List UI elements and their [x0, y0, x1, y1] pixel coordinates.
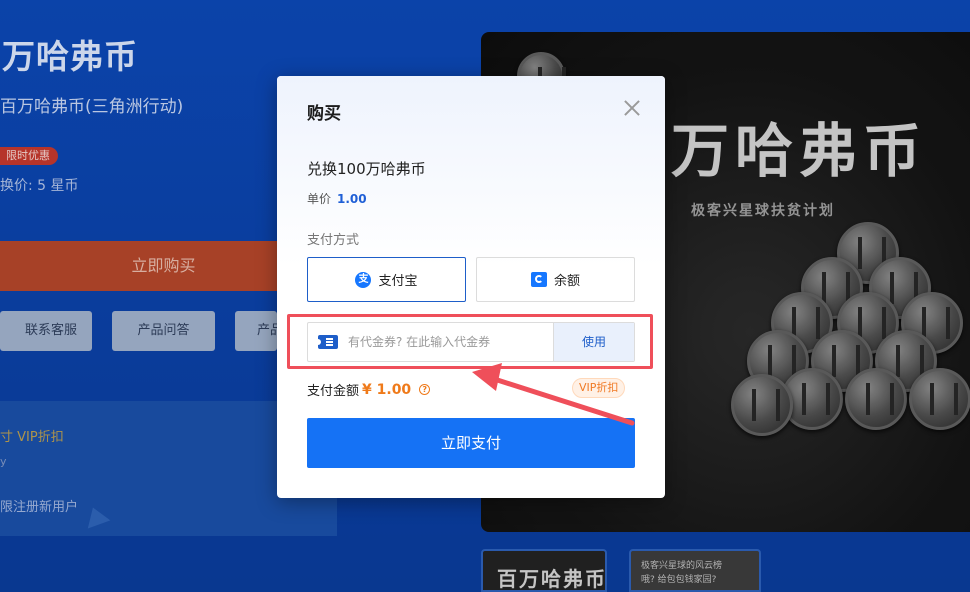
alipay-option[interactable]: 支 支付宝 [307, 257, 466, 302]
alipay-icon: 支 [355, 271, 372, 288]
balance-option[interactable]: 余额 [476, 257, 635, 302]
payment-amount: 支付金额 ¥ 1.00 ? [307, 380, 431, 399]
arrow-annotation-icon [472, 363, 635, 426]
dialog-title: 购买 [307, 104, 341, 124]
balance-icon [530, 272, 547, 287]
payment-method-label: 支付方式 [307, 233, 360, 248]
close-icon[interactable] [622, 98, 642, 118]
unit-price: 单价 1.00 [307, 190, 367, 207]
product-name: 兑换100万哈弗币 [307, 160, 426, 178]
help-icon[interactable]: ? [419, 384, 431, 395]
balance-label: 余额 [553, 274, 580, 289]
payment-amount-value: ¥ 1.00 [362, 381, 412, 398]
unit-price-value: 1.00 [337, 192, 367, 206]
unit-price-label: 单价 [307, 192, 332, 206]
alipay-label: 支付宝 [378, 274, 418, 289]
payment-amount-label: 支付金额 [307, 384, 360, 399]
